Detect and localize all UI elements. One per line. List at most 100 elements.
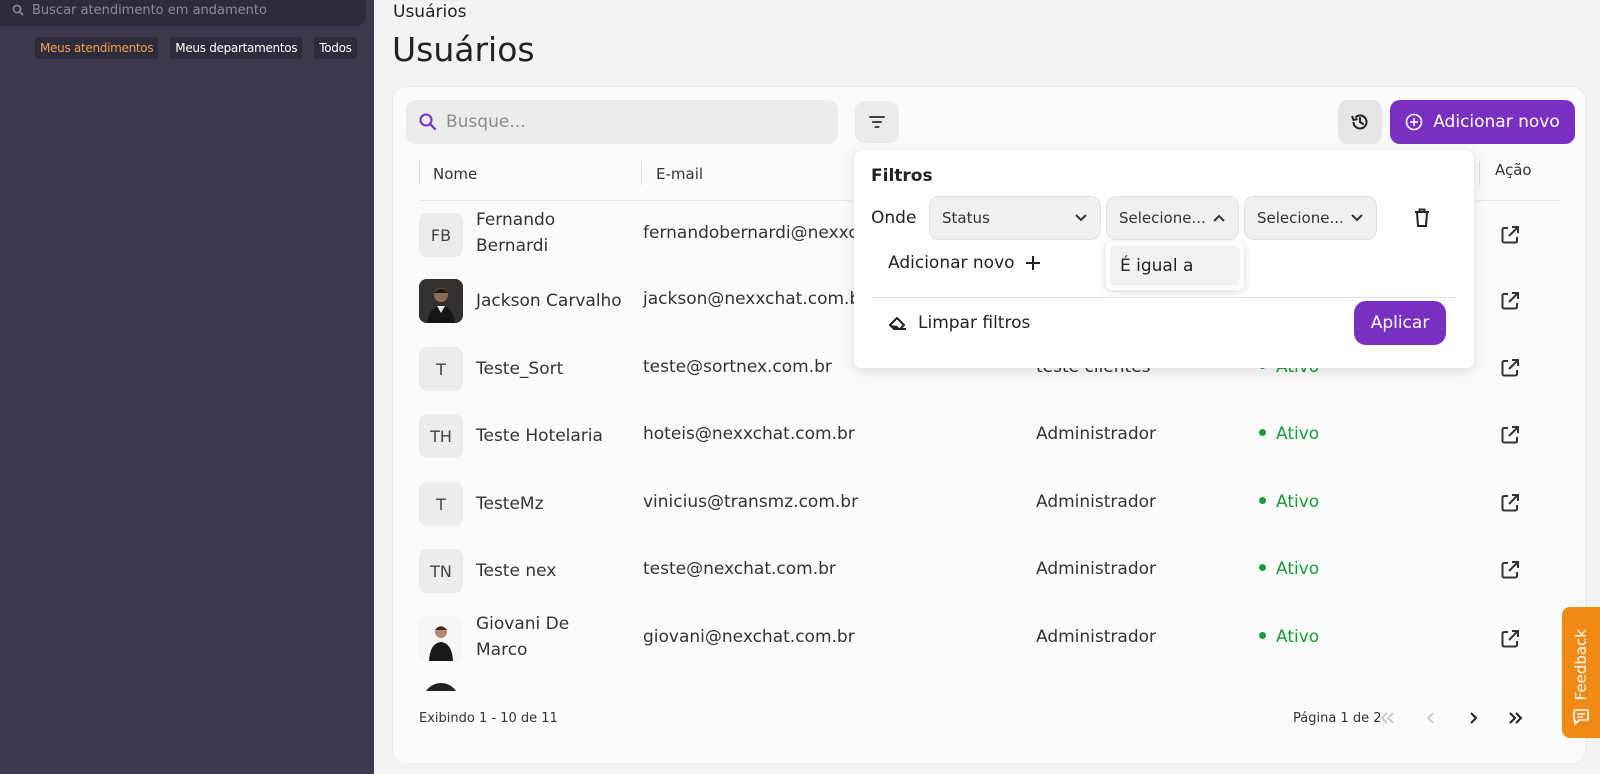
operator-dropdown: É igual a <box>1106 242 1244 290</box>
filter-icon <box>869 116 885 128</box>
page-title: Usuários <box>392 30 535 69</box>
user-name: Jackson Carvalho <box>476 291 622 311</box>
tab-meus-departamentos[interactable]: Meus departamentos <box>170 37 303 59</box>
first-page-button[interactable] <box>1376 706 1400 730</box>
user-role: Administrador <box>1036 627 1157 647</box>
user-email: vinicius@transmz.com.br <box>643 492 859 512</box>
plus-circle-icon <box>1405 113 1423 131</box>
breadcrumb[interactable]: Usuários <box>393 2 466 22</box>
status-badge: Ativo <box>1259 424 1319 444</box>
filter-value-select[interactable]: Selecione... <box>1244 196 1377 240</box>
filter-operator-value: Selecione... <box>1119 209 1206 227</box>
sidebar: Buscar atendimento em andamento Meus ate… <box>0 0 374 774</box>
status-badge: Ativo <box>1259 559 1319 579</box>
add-new-label: Adicionar novo <box>1433 112 1560 132</box>
table-row: TN Teste nex teste@nexchat.com.br Admini… <box>419 539 1559 605</box>
apply-filters-button[interactable]: Aplicar <box>1354 301 1446 345</box>
filter-field-select[interactable]: Status <box>929 196 1101 240</box>
external-link-icon[interactable] <box>1499 559 1521 581</box>
external-link-icon[interactable] <box>1499 290 1521 312</box>
external-link-icon[interactable] <box>1499 628 1521 650</box>
column-separator <box>419 161 420 185</box>
user-photo <box>419 279 463 323</box>
chevron-down-icon <box>1351 214 1363 222</box>
search-icon <box>12 4 24 16</box>
filter-where-label: Onde <box>871 208 917 228</box>
user-name: Teste nex <box>476 561 557 581</box>
external-link-icon[interactable] <box>1499 424 1521 446</box>
user-email: jackson@nexxchat.com.b <box>643 289 861 309</box>
status-badge: Ativo <box>1259 627 1319 647</box>
history-icon <box>1351 114 1368 130</box>
status-text: Ativo <box>1276 424 1320 444</box>
user-email: teste@sortnex.com.br <box>643 357 832 377</box>
avatar <box>423 683 459 691</box>
search-box[interactable] <box>406 100 838 144</box>
avatar: TN <box>419 549 463 593</box>
next-page-button[interactable] <box>1461 706 1485 730</box>
user-photo <box>419 617 463 661</box>
status-badge: Ativo <box>1259 492 1319 512</box>
external-link-icon[interactable] <box>1499 224 1521 246</box>
status-text: Ativo <box>1276 492 1320 512</box>
status-dot <box>1259 428 1266 436</box>
column-separator <box>1479 161 1480 185</box>
filter-value-value: Selecione... <box>1257 209 1344 227</box>
trash-icon[interactable] <box>1412 207 1432 229</box>
tab-todos[interactable]: Todos <box>314 37 357 59</box>
external-link-icon[interactable] <box>1499 492 1521 514</box>
external-link-icon[interactable] <box>1499 357 1521 379</box>
filter-popover: Filtros Onde Status Selecione... Selecio… <box>854 150 1474 368</box>
table-row: Giovani De Marco giovani@nexchat.com.br … <box>419 607 1559 673</box>
status-dot <box>1259 496 1266 504</box>
status-text: Ativo <box>1276 559 1320 579</box>
search-input[interactable] <box>446 112 806 132</box>
user-name: Fernando Bernardi <box>476 210 556 256</box>
user-name: Teste Hotelaria <box>476 426 603 446</box>
operator-option-equals[interactable]: É igual a <box>1110 246 1240 286</box>
filter-field-value: Status <box>942 209 990 227</box>
divider <box>871 297 1457 298</box>
user-role: Administrador <box>1036 424 1157 444</box>
tab-meus-atendimentos[interactable]: Meus atendimentos <box>35 37 159 59</box>
avatar: FB <box>419 213 463 257</box>
user-email: hoteis@nexxchat.com.br <box>643 424 855 444</box>
clear-filters-label: Limpar filtros <box>918 313 1031 333</box>
user-role: Administrador <box>1036 559 1157 579</box>
user-name: TesteMz <box>476 494 544 514</box>
status-text: Ativo <box>1276 627 1320 647</box>
table-row: T TesteMz vinicius@transmz.com.br Admini… <box>419 472 1559 538</box>
last-page-button[interactable] <box>1503 706 1527 730</box>
column-header-name[interactable]: Nome <box>433 165 477 183</box>
feedback-tab[interactable]: Feedback <box>1562 607 1600 738</box>
status-dot <box>1259 563 1266 571</box>
avatar <box>419 279 463 323</box>
filter-button[interactable] <box>855 101 899 143</box>
clear-filters-button[interactable]: Limpar filtros <box>888 313 1030 333</box>
filter-title: Filtros <box>871 166 933 186</box>
history-button[interactable] <box>1338 100 1382 144</box>
filter-operator-select[interactable]: Selecione... <box>1106 196 1239 240</box>
chevron-left-icon <box>1426 712 1434 724</box>
column-header-email[interactable]: E-mail <box>656 165 703 183</box>
chevron-down-icon <box>1075 214 1087 222</box>
table-row-clipped <box>419 677 619 691</box>
add-new-button[interactable]: Adicionar novo <box>1390 100 1575 144</box>
chevron-right-icon <box>1470 712 1478 724</box>
avatar: TH <box>419 414 463 458</box>
plus-icon <box>1025 256 1040 270</box>
table-row: TH Teste Hotelaria hoteis@nexxchat.com.b… <box>419 404 1559 470</box>
column-header-action: Ação <box>1495 161 1532 179</box>
pagination-page: Página 1 de 2 <box>1293 711 1382 726</box>
search-icon <box>419 113 437 131</box>
filter-add-new-button[interactable]: Adicionar novo <box>888 253 1041 273</box>
chevrons-left-icon <box>1380 712 1394 724</box>
prev-page-button[interactable] <box>1419 706 1443 730</box>
sidebar-search-input[interactable]: Buscar atendimento em andamento <box>0 0 366 26</box>
user-name: Giovani De Marco <box>476 614 570 660</box>
eraser-icon <box>889 317 906 330</box>
user-email: giovani@nexchat.com.br <box>643 627 855 647</box>
chevron-up-icon <box>1213 214 1225 222</box>
feedback-label: Feedback <box>1572 628 1590 700</box>
sidebar-search-placeholder: Buscar atendimento em andamento <box>32 2 267 18</box>
